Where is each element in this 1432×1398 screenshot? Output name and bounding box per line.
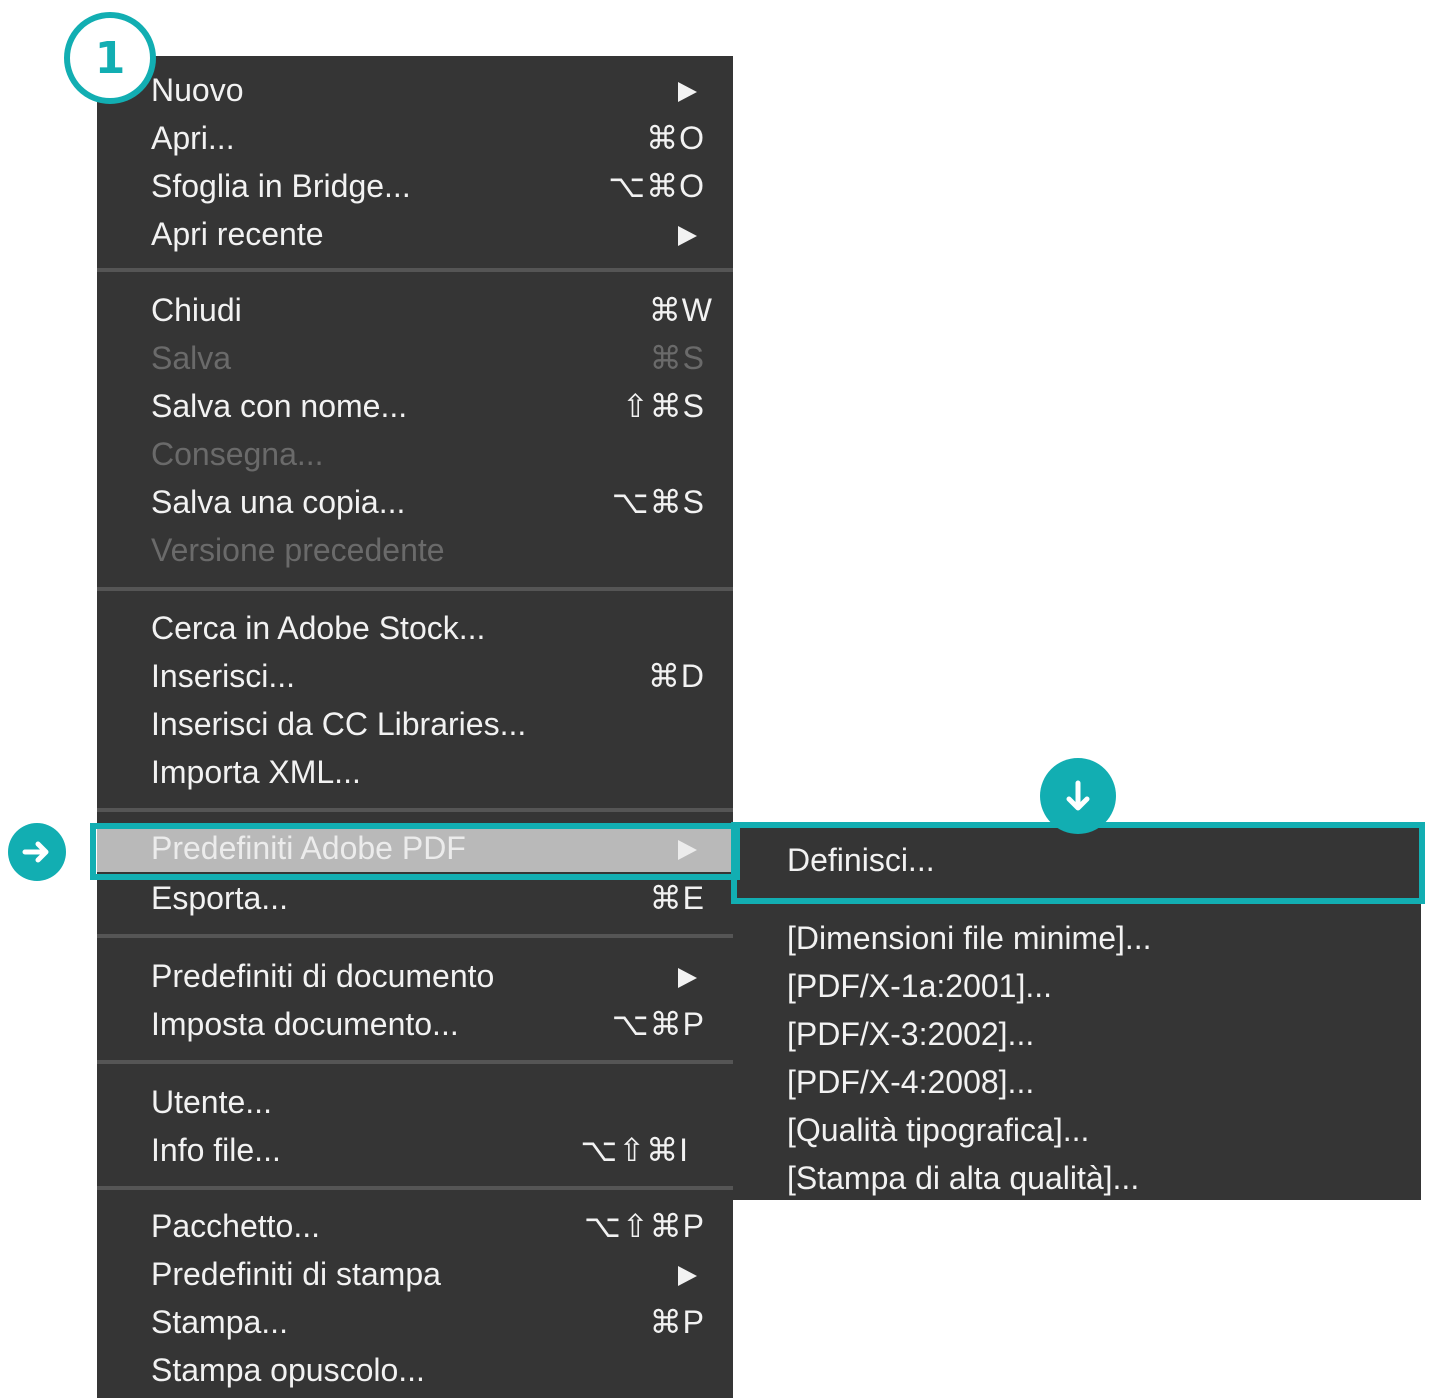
menu-item-stampa-opuscolo[interactable]: Stampa opuscolo... (97, 1346, 733, 1394)
menu-item-label: Nuovo (151, 72, 244, 108)
menu-item-label: Consegna... (151, 436, 324, 472)
menu-item-cerca-in-adobe-stock[interactable]: Cerca in Adobe Stock... (97, 604, 733, 652)
menu-item-salva: Salva ⌘S (97, 334, 733, 382)
menu-item-label: Cerca in Adobe Stock... (151, 610, 486, 646)
menu-item-info-file[interactable]: Info file... ⌥⇧⌘I (97, 1126, 733, 1174)
menu-item-label: Predefiniti di documento (151, 958, 495, 994)
submenu-item-pdf-x-4-2008[interactable]: [PDF/X-4:2008]... (733, 1058, 1421, 1106)
submenu-item-label: [Dimensioni file minime]... (787, 920, 1152, 956)
menu-separator (97, 1186, 733, 1190)
menu-item-apri-recente[interactable]: Apri recente (97, 210, 733, 258)
submenu-item-label: [Qualità tipografica]... (787, 1112, 1090, 1148)
highlight-frame-definisci (731, 822, 1425, 904)
submenu-item-qualita-tipografica[interactable]: [Qualità tipografica]... (733, 1106, 1421, 1154)
menu-item-shortcut: ⌥⇧⌘P (583, 1208, 705, 1244)
submenu-item-label: [PDF/X-1a:2001]... (787, 968, 1053, 1004)
menu-item-shortcut: ⌥⌘P (611, 1006, 705, 1042)
menu-item-sfoglia-in-bridge[interactable]: Sfoglia in Bridge... ⌥⌘O (97, 162, 733, 210)
menu-item-label: Stampa... (151, 1304, 288, 1340)
submenu-arrow-icon (678, 1266, 697, 1286)
menu-item-predefiniti-di-stampa[interactable]: Predefiniti di stampa (97, 1250, 733, 1298)
submenu-item-label: [Stampa di alta qualità]... (787, 1160, 1140, 1196)
arrow-right-icon (8, 823, 66, 881)
menu-item-inserisci-da-cc-libraries[interactable]: Inserisci da CC Libraries... (97, 700, 733, 748)
menu-item-label: Imposta documento... (151, 1006, 459, 1042)
step-number-badge: 1 (64, 12, 156, 104)
menu-item-shortcut: ⌘S (649, 340, 705, 376)
submenu-item-label: [PDF/X-4:2008]... (787, 1064, 1035, 1100)
menu-item-label: Utente... (151, 1084, 272, 1120)
submenu-item-stampa-di-alta-qualita[interactable]: [Stampa di alta qualità]... (733, 1154, 1421, 1202)
menu-item-chiudi[interactable]: Chiudi ⌘W (97, 286, 733, 334)
highlight-frame-predefiniti-adobe-pdf (90, 823, 740, 880)
menu-item-label: Apri recente (151, 216, 324, 252)
menu-item-label: Esporta... (151, 880, 288, 916)
menu-item-esporta[interactable]: Esporta... ⌘E (97, 874, 733, 922)
menu-item-label: Salva con nome... (151, 388, 408, 424)
menu-item-importa-xml[interactable]: Importa XML... (97, 748, 733, 796)
submenu-item-dimensioni-file-minime[interactable]: [Dimensioni file minime]... (733, 914, 1421, 962)
menu-separator (97, 808, 733, 812)
menu-item-versione-precedente: Versione precedente (97, 526, 733, 574)
submenu-arrow-icon (678, 226, 697, 246)
menu-item-shortcut: ⌥⌘O (608, 168, 705, 204)
file-menu: Nuovo Apri... ⌘O Sfoglia in Bridge... ⌥⌘… (97, 56, 733, 1398)
menu-item-inserisci[interactable]: Inserisci... ⌘D (97, 652, 733, 700)
menu-item-label: Salva una copia... (151, 484, 406, 520)
menu-item-shortcut: ⌥⌘S (611, 484, 705, 520)
menu-item-label: Inserisci... (151, 658, 296, 694)
submenu-item-pdf-x-3-2002[interactable]: [PDF/X-3:2002]... (733, 1010, 1421, 1058)
menu-item-pacchetto[interactable]: Pacchetto... ⌥⇧⌘P (97, 1202, 733, 1250)
menu-item-consegna: Consegna... (97, 430, 733, 478)
menu-separator (97, 587, 733, 591)
menu-item-label: Apri... (151, 120, 235, 156)
menu-item-utente[interactable]: Utente... (97, 1078, 733, 1126)
menu-item-label: Importa XML... (151, 754, 361, 790)
menu-separator (97, 934, 733, 938)
menu-item-apri[interactable]: Apri... ⌘O (97, 114, 733, 162)
menu-item-label: Pacchetto... (151, 1208, 320, 1244)
menu-item-salva-con-nome[interactable]: Salva con nome... ⇧⌘S (97, 382, 733, 430)
menu-item-label: Inserisci da CC Libraries... (151, 706, 527, 742)
menu-item-shortcut: ⌘E (649, 880, 705, 916)
menu-item-label: Chiudi (151, 292, 242, 328)
menu-item-shortcut: ⇧⌘S (621, 388, 705, 424)
menu-item-shortcut: ⌘D (647, 658, 705, 694)
menu-item-label: Salva (151, 340, 232, 376)
arrow-down-icon (1040, 758, 1116, 834)
menu-item-stampa[interactable]: Stampa... ⌘P (97, 1298, 733, 1346)
submenu-arrow-icon (678, 82, 697, 102)
menu-item-label: Info file... (151, 1132, 281, 1168)
submenu-item-label: [PDF/X-3:2002]... (787, 1016, 1035, 1052)
menu-item-label: Predefiniti di stampa (151, 1256, 441, 1292)
menu-item-shortcut: ⌘O (646, 120, 705, 156)
menu-item-label: Stampa opuscolo... (151, 1352, 425, 1388)
menu-item-salva-una-copia[interactable]: Salva una copia... ⌥⌘S (97, 478, 733, 526)
menu-item-label: Versione precedente (151, 532, 445, 568)
menu-item-shortcut: ⌘W (648, 292, 713, 328)
menu-item-imposta-documento[interactable]: Imposta documento... ⌥⌘P (97, 1000, 733, 1048)
submenu-arrow-icon (678, 968, 697, 988)
menu-separator (97, 1060, 733, 1064)
menu-item-label: Sfoglia in Bridge... (151, 168, 411, 204)
submenu-item-pdf-x-1a-2001[interactable]: [PDF/X-1a:2001]... (733, 962, 1421, 1010)
menu-separator (97, 268, 733, 272)
menu-item-shortcut: ⌥⇧⌘I (580, 1132, 689, 1168)
menu-item-shortcut: ⌘P (649, 1304, 705, 1340)
menu-item-predefiniti-di-documento[interactable]: Predefiniti di documento (97, 952, 733, 1000)
menu-item-nuovo[interactable]: Nuovo (97, 66, 733, 114)
